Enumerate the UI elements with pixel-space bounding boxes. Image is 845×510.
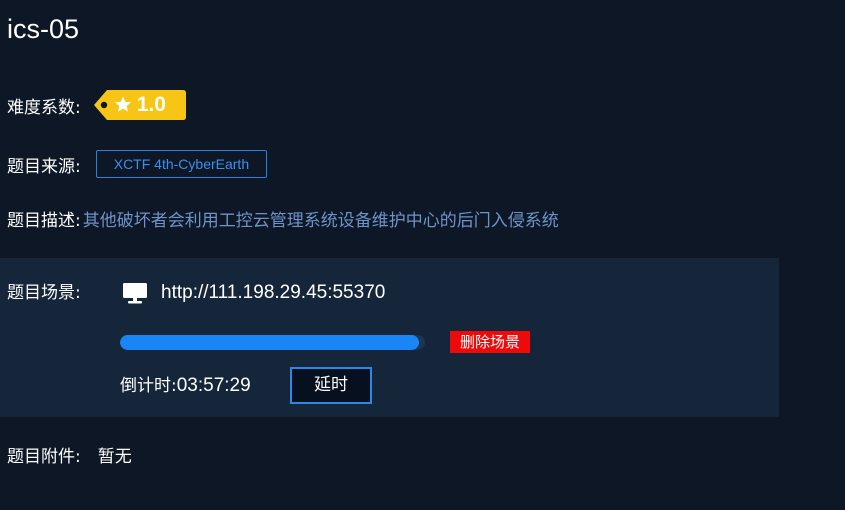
attachment-row: 题目附件: 暂无 — [7, 440, 132, 468]
countdown: 倒计时:03:57:29 — [120, 373, 251, 399]
description-row: 题目描述: 其他破坏者会利用工控云管理系统设备维护中心的后门入侵系统 — [7, 204, 559, 232]
scene-progress-bar — [120, 335, 425, 350]
source-tag[interactable]: XCTF 4th-CyberEarth — [95, 150, 268, 178]
source-row: 题目来源: XCTF 4th-CyberEarth — [7, 150, 268, 178]
difficulty-value: 1.0 — [136, 93, 166, 116]
scene-progress-fill — [120, 335, 419, 350]
delete-scene-button[interactable]: 删除场景 — [450, 331, 531, 353]
difficulty-row: 难度系数: 1.0 — [7, 88, 187, 122]
extend-time-button[interactable]: 延时 — [290, 367, 372, 404]
scene-label: 题目场景: — [7, 283, 81, 303]
scene-url-link[interactable]: http://111.198.29.45:55370 — [161, 280, 385, 306]
monitor-icon — [123, 283, 147, 304]
attachment-value: 暂无 — [97, 446, 132, 467]
countdown-label: 倒计时: — [120, 376, 177, 396]
description-label: 题目描述: — [7, 210, 81, 231]
challenge-title: ics-05 — [7, 14, 80, 44]
difficulty-badge: 1.0 — [93, 89, 187, 121]
countdown-value: 03:57:29 — [176, 375, 251, 396]
scene-panel: 题目场景: http://111.198.29.45:55370 删除场景 倒计… — [0, 258, 779, 417]
attachment-label: 题目附件: — [7, 446, 81, 467]
difficulty-label: 难度系数: — [7, 97, 81, 118]
source-label: 题目来源: — [7, 156, 81, 177]
description-text: 其他破坏者会利用工控云管理系统设备维护中心的后门入侵系统 — [82, 210, 559, 231]
